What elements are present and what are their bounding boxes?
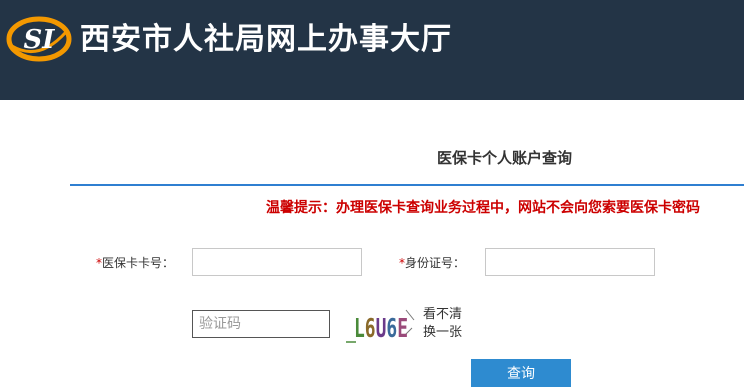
site-title: 西安市人社局网上办事大厅 [80, 22, 452, 57]
card-number-label: *医保卡卡号： [96, 254, 174, 271]
captcha-image[interactable]: L6U6E [344, 306, 420, 346]
query-button[interactable]: 查询 [471, 359, 571, 387]
security-notice: 温馨提示：办理医保卡查询业务过程中，网站不会向您索要医保卡密码 [266, 200, 700, 216]
id-number-input[interactable] [485, 248, 655, 276]
captcha-characters: L6U6E [354, 314, 408, 344]
captcha-char: 6 [386, 314, 397, 344]
captcha-input[interactable] [192, 310, 330, 338]
heading-divider [70, 184, 744, 186]
captcha-char: U [376, 314, 387, 344]
card-number-input[interactable] [192, 248, 362, 276]
id-number-label: *身份证号： [399, 254, 465, 271]
refresh-captcha-link[interactable]: 看不清 换一张 [423, 306, 473, 342]
logo-letters: SI [24, 25, 56, 55]
refresh-line-1: 看不清 [423, 307, 463, 322]
page-title: 医保卡个人账户查询 [437, 149, 573, 167]
card-number-label-text: 医保卡卡号： [102, 256, 175, 270]
captcha-char: E [397, 314, 408, 344]
refresh-line-2: 换一张 [423, 325, 463, 340]
site-header: SI 西安市人社局网上办事大厅 [0, 0, 744, 100]
social-insurance-logo: SI [6, 16, 72, 62]
captcha-char: 6 [365, 314, 376, 344]
captcha-char: L [354, 314, 365, 344]
id-number-label-text: 身份证号： [405, 256, 466, 270]
